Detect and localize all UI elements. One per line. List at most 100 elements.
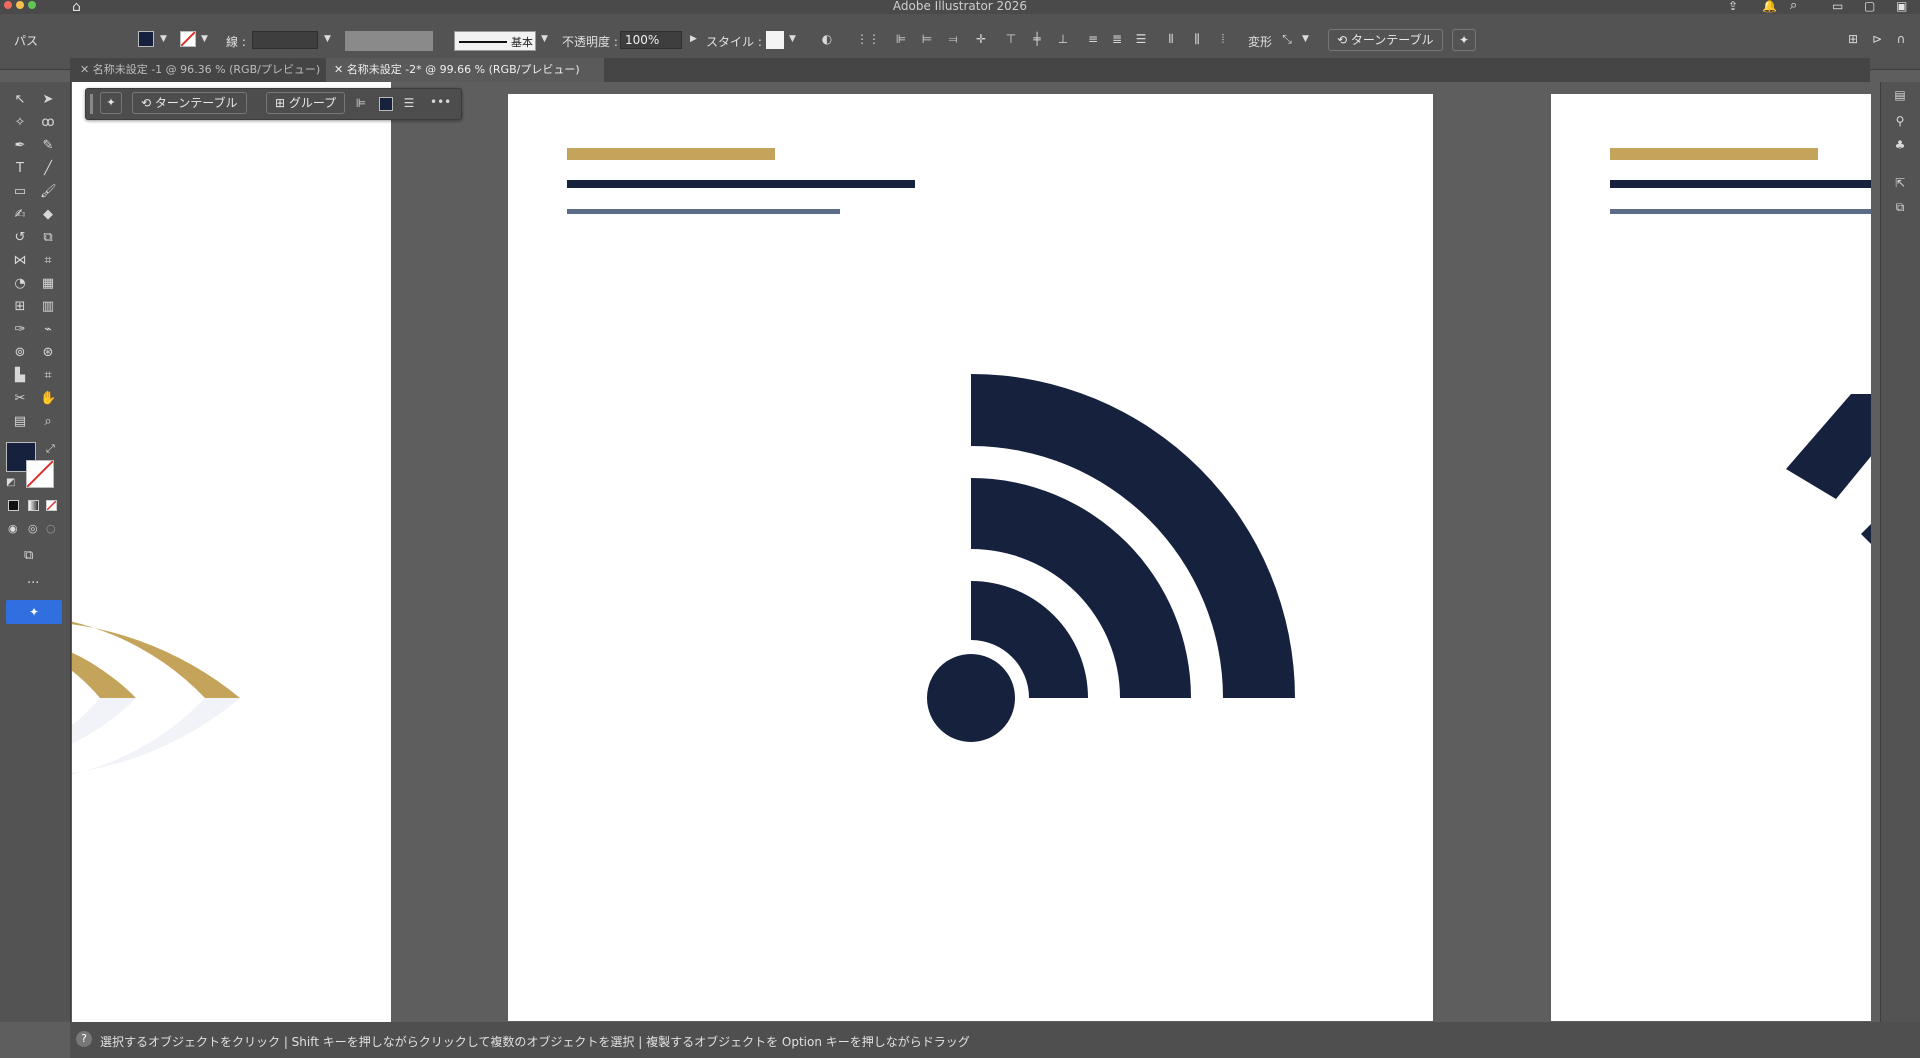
distribute-left-icon[interactable]: ⦀ [1164,32,1178,46]
lasso-icon[interactable]: ꝏ [40,115,56,131]
chevron-down-icon[interactable]: ▼ [541,34,548,44]
close-icon[interactable]: ✕ [80,63,93,76]
line-tool-icon[interactable]: ╱ [40,161,56,177]
fill-swatch[interactable] [138,31,154,47]
align-to-icon[interactable]: ⋮⋮ [856,32,880,46]
tab-document-1[interactable]: ✕ 名称未設定 -1 @ 96.36 % (RGB/プレビュー) [72,58,332,82]
chevron-down-icon[interactable]: ▼ [1302,34,1309,44]
fill-swatch[interactable] [379,97,393,111]
chevron-right-icon[interactable]: ▶ [690,34,697,44]
distribute-top-icon[interactable]: ≡ [1086,32,1100,46]
align-hcenter-icon[interactable]: ⊨ [920,32,934,46]
screen-mode-icon[interactable]: ⧉ [24,548,33,563]
distribute-icon[interactable]: ✛ [974,32,988,46]
paintbrush-icon[interactable]: 🖌 [40,184,57,200]
slice-tool-icon[interactable]: ✂ [12,391,28,407]
selection-tool-icon[interactable]: ↖ [12,92,28,108]
opacity-field[interactable]: 100% [620,31,682,49]
generative-icon[interactable]: ✦ [100,92,122,114]
gradient-mode-icon[interactable] [28,500,39,511]
draw-normal-icon[interactable]: ◉ [8,522,18,535]
mesh-tool-icon[interactable]: ⊞ [12,299,28,315]
blend-tool-icon[interactable]: ⊚ [12,345,28,361]
distribute-hcenter-icon[interactable]: ⫼ [1190,32,1204,46]
properties-icon[interactable]: ⊳ [1870,32,1884,46]
draw-behind-icon[interactable]: ◎ [28,522,38,535]
artboard-center[interactable] [508,94,1433,1021]
turntable-button[interactable]: ⟲ ターンテーブル [1328,29,1443,51]
edit-toolbar-icon[interactable]: ··· [27,576,39,591]
reshape-icon[interactable]: ⤡ [1280,32,1294,46]
artboard-tool-icon[interactable]: ⌗ [40,368,56,384]
distribute-right-icon[interactable]: ⦙ [1216,32,1230,46]
list-icon[interactable]: ☰ [402,96,416,110]
hand-tool-icon[interactable]: ✋ [40,391,56,407]
bell-icon[interactable]: 🔔 [1762,0,1777,13]
artboard-right[interactable] [1551,94,1871,1021]
gradient-tool-icon[interactable]: ▥ [40,299,56,315]
shaper-tool-icon[interactable]: ✍ [12,207,28,223]
close-icon[interactable]: ✕ [334,63,347,76]
help-icon[interactable]: ? [76,1031,92,1047]
distribute-vcenter-icon[interactable]: ≣ [1110,32,1124,46]
magic-wand-icon[interactable]: ✧ [12,115,28,131]
direct-selection-tool-icon[interactable]: ➤ [40,92,56,108]
workspace-icon[interactable]: ▭ [1832,0,1843,13]
align-icon[interactable]: ⊫ [354,96,368,110]
search-icon[interactable]: ⌕ [1790,0,1797,13]
align-right-icon[interactable]: ⫤ [946,32,960,46]
generative-icon[interactable]: ✦ [1452,29,1476,51]
color-mode-icon[interactable] [8,500,19,511]
drag-handle[interactable] [90,94,93,114]
symbols-icon[interactable]: ♣ [1893,138,1907,152]
chevron-down-icon[interactable]: ▼ [324,34,331,44]
group-button[interactable]: ⊞ グループ [266,92,346,114]
layers-icon[interactable]: ⧉ [1893,200,1907,214]
shape-builder-icon[interactable]: ◔ [12,276,28,292]
transform-label[interactable]: 変形 [1248,33,1272,50]
eyedropper-icon[interactable]: ✑ [12,322,28,338]
brush-definition[interactable]: 基本 [454,31,536,51]
free-transform-icon[interactable]: ⌗ [40,253,56,269]
type-tool-icon[interactable]: T [12,161,28,177]
eraser-icon[interactable]: ◆ [40,207,56,223]
chevron-down-icon[interactable]: ▼ [201,34,208,44]
perspective-grid-icon[interactable]: ▦ [40,276,56,292]
none-mode-icon[interactable] [46,500,57,511]
align-vcenter-icon[interactable]: ╪ [1030,32,1044,46]
print-tiling-icon[interactable]: ▤ [12,414,28,430]
more-options-icon[interactable]: ∩ [1894,32,1908,46]
zoom-tool-icon[interactable]: ⌕ [40,414,56,430]
rotate-tool-icon[interactable]: ↺ [12,230,28,246]
align-bottom-icon[interactable]: ⊥ [1056,32,1070,46]
plugins-icon[interactable]: ⚲ [1893,114,1907,128]
turntable-button[interactable]: ⟲ ターンテーブル [132,92,247,114]
scale-tool-icon[interactable]: ⧉ [40,230,56,246]
chevron-down-icon[interactable]: ▼ [789,34,796,44]
arrange-icon[interactable]: ▢ [1864,0,1875,13]
distribute-bottom-icon[interactable]: ☰ [1134,32,1148,46]
tab-document-2[interactable]: ✕ 名称未設定 -2* @ 99.66 % (RGB/プレビュー) [326,58,604,82]
variable-width-profile[interactable] [345,31,433,51]
measure-icon[interactable]: ⌁ [40,322,56,338]
chevron-down-icon[interactable]: ▼ [160,34,167,44]
width-tool-icon[interactable]: ⋈ [12,253,28,269]
libraries-icon[interactable]: ▤ [1893,88,1907,102]
pen-tool-icon[interactable]: ✒ [12,138,28,154]
align-left-icon[interactable]: ⊫ [894,32,908,46]
more-icon[interactable]: ••• [430,95,451,109]
rss-feed-icon[interactable] [508,94,1433,1021]
share-icon[interactable]: ⇪ [1728,0,1738,13]
stroke-weight-field[interactable] [252,31,318,49]
graph-tool-icon[interactable]: ▙ [12,368,28,384]
graphic-style-swatch[interactable] [766,31,784,49]
artboard-left[interactable] [72,82,391,1022]
swap-colors-icon[interactable]: ⤢ [46,442,55,456]
stroke-color-swatch[interactable] [26,460,54,488]
arrange-documents-icon[interactable]: ⊞ [1846,32,1860,46]
curvature-tool-icon[interactable]: ✎ [40,138,56,154]
rectangle-tool-icon[interactable]: ▭ [12,184,28,200]
draw-inside-icon[interactable]: ○ [46,522,56,535]
panel-icon[interactable]: ▣ [1896,0,1907,13]
align-top-icon[interactable]: ⊤ [1004,32,1018,46]
